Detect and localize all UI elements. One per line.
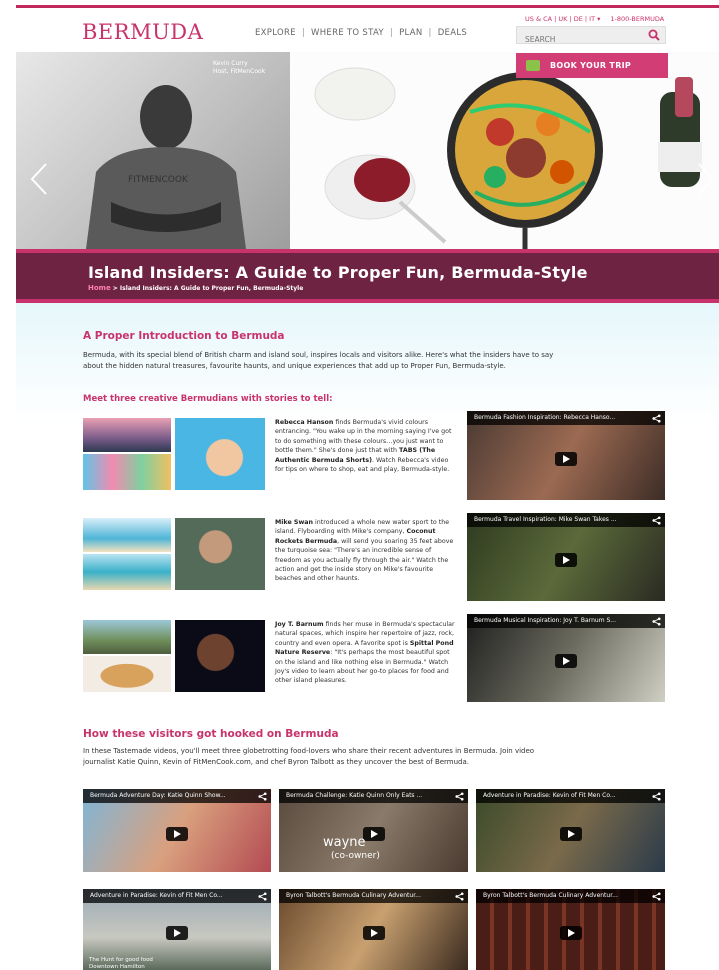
video-title: Adventure in Paradise: Kevin of Fit Men …: [476, 789, 665, 803]
share-icon[interactable]: [455, 892, 464, 901]
carousel-prev-icon[interactable]: [30, 162, 48, 196]
sunset-thumbnail: [83, 418, 171, 452]
video-overlay-location: Downtown Hamilton: [89, 964, 145, 970]
host-title: Host, FitMenCook: [213, 68, 266, 75]
rebecca-photo: [175, 418, 265, 490]
video-title: Bermuda Musical Inspiration: Joy T. Barn…: [467, 614, 665, 628]
cycling-thumbnail: [83, 620, 171, 654]
shorts-thumbnail: [83, 454, 171, 490]
share-icon[interactable]: [258, 792, 267, 801]
host-caption: Kevin Curry Host, FitMenCook: [213, 60, 265, 76]
flyboard-thumbnail: [83, 518, 171, 552]
suitcase-icon: [526, 60, 540, 71]
share-icon[interactable]: [652, 516, 661, 525]
play-icon[interactable]: [362, 826, 385, 841]
nav-separator: |: [428, 28, 432, 38]
bermuda-logo[interactable]: BERMUDA: [82, 20, 203, 44]
locale-selector[interactable]: US & CA | UK | DE | IT ▾: [525, 15, 600, 23]
page-title: Island Insiders: A Guide to Proper Fun, …: [88, 263, 588, 282]
hero-carousel: FITMENCOOK Kevin Curry Host, FitMenCook: [16, 52, 719, 249]
story-joy-text: Joy T. Barnum finds her muse in Bermuda'…: [275, 620, 455, 686]
breadcrumb: Home > Island Insiders: A Guide to Prope…: [88, 284, 303, 292]
story-mike-text: Mike Swan introduced a whole new water s…: [275, 518, 455, 584]
hooked-text: In these Tastemade videos, you'll meet t…: [83, 747, 535, 766]
nav-plan[interactable]: PLAN: [399, 28, 422, 38]
video-title: Byron Talbott's Bermuda Culinary Adventu…: [476, 889, 665, 903]
main-nav: EXPLORE | WHERE TO STAY | PLAN | DEALS: [255, 28, 467, 38]
video-byron-2[interactable]: Byron Talbott's Bermuda Culinary Adventu…: [476, 889, 665, 970]
story-name: Joy T. Barnum: [275, 621, 324, 628]
food-photo: [290, 52, 719, 249]
nav-deals[interactable]: DEALS: [438, 28, 467, 38]
beach-thumbnail: [83, 554, 171, 590]
hooked-heading: How these visitors got hooked on Bermuda: [83, 728, 339, 740]
story-name: Rebecca Hanson: [275, 419, 334, 426]
video-overlay-name: wayne: [323, 835, 366, 850]
video-katie-1[interactable]: Bermuda Adventure Day: Katie Quinn Show.…: [83, 789, 271, 872]
nav-separator: |: [389, 28, 394, 38]
video-rebecca[interactable]: Bermuda Fashion Inspiration: Rebecca Han…: [467, 411, 665, 500]
share-icon[interactable]: [652, 617, 661, 626]
play-icon[interactable]: [166, 925, 188, 940]
nav-separator: |: [301, 28, 305, 38]
mike-photo: [175, 518, 265, 590]
play-icon[interactable]: [555, 553, 577, 567]
share-icon[interactable]: [652, 414, 661, 423]
video-joy[interactable]: Bermuda Musical Inspiration: Joy T. Barn…: [467, 614, 665, 702]
video-katie-2[interactable]: Bermuda Challenge: Katie Quinn Only Eats…: [279, 789, 468, 872]
play-icon[interactable]: [555, 654, 577, 668]
carousel-next-icon[interactable]: [697, 162, 715, 196]
video-title: Bermuda Challenge: Katie Quinn Only Eats…: [279, 789, 468, 803]
title-band: Island Insiders: A Guide to Proper Fun, …: [16, 249, 719, 303]
video-overlay-caption: The Hunt for good food: [89, 957, 153, 963]
nav-explore[interactable]: EXPLORE: [255, 28, 296, 38]
video-mike[interactable]: Bermuda Travel Inspiration: Mike Swan Ta…: [467, 513, 665, 601]
intro-heading: A Proper Introduction to Bermuda: [83, 330, 285, 342]
share-icon[interactable]: [258, 892, 267, 901]
search-box: [516, 26, 666, 47]
play-icon[interactable]: [555, 451, 577, 466]
phone-number[interactable]: 1-800-BERMUDA: [610, 15, 664, 23]
locale-bar: US & CA | UK | DE | IT ▾ 1-800-BERMUDA: [525, 15, 664, 23]
top-accent-line: [16, 5, 719, 8]
video-title: Adventure in Paradise: Kevin of Fit Men …: [83, 889, 271, 903]
svg-text:FITMENCOOK: FITMENCOOK: [128, 175, 189, 185]
play-icon[interactable]: [559, 925, 582, 940]
video-title: Bermuda Fashion Inspiration: Rebecca Han…: [467, 411, 665, 425]
search-icon[interactable]: [648, 29, 660, 41]
search-input[interactable]: [517, 32, 642, 47]
story-rebecca-text: Rebecca Hanson finds Bermuda's vivid col…: [275, 418, 455, 474]
host-name: Kevin Curry: [213, 60, 248, 67]
play-icon[interactable]: [166, 826, 188, 841]
video-title: Bermuda Adventure Day: Katie Quinn Show.…: [83, 789, 271, 803]
book-your-trip-button[interactable]: BOOK YOUR TRIP: [516, 53, 668, 78]
nav-where-to-stay[interactable]: WHERE TO STAY: [311, 28, 384, 38]
video-kevin-2[interactable]: Adventure in Paradise: Kevin of Fit Men …: [83, 889, 271, 970]
share-icon[interactable]: [652, 892, 661, 901]
breadcrumb-home-link[interactable]: Home: [88, 284, 111, 292]
book-your-trip-label: BOOK YOUR TRIP: [550, 61, 632, 70]
video-overlay-role: (co-owner): [331, 851, 380, 861]
sandwich-thumbnail: [83, 656, 171, 692]
play-icon[interactable]: [559, 826, 582, 841]
video-title: Bermuda Travel Inspiration: Mike Swan Ta…: [467, 513, 665, 527]
joy-photo: [175, 620, 265, 692]
story-name: Mike Swan: [275, 519, 313, 526]
intro-text: Bermuda, with its special blend of Briti…: [83, 351, 554, 370]
host-photo: FITMENCOOK Kevin Curry Host, FitMenCook: [16, 52, 290, 249]
video-title: Byron Talbott's Bermuda Culinary Adventu…: [279, 889, 468, 903]
video-kevin-1[interactable]: Adventure in Paradise: Kevin of Fit Men …: [476, 789, 665, 872]
share-icon[interactable]: [455, 792, 464, 801]
breadcrumb-current: > Island Insiders: A Guide to Proper Fun…: [110, 285, 304, 292]
meet-heading: Meet three creative Bermudians with stor…: [83, 394, 333, 404]
play-icon[interactable]: [362, 925, 385, 940]
video-byron-1[interactable]: Byron Talbott's Bermuda Culinary Adventu…: [279, 889, 468, 970]
share-icon[interactable]: [652, 792, 661, 801]
